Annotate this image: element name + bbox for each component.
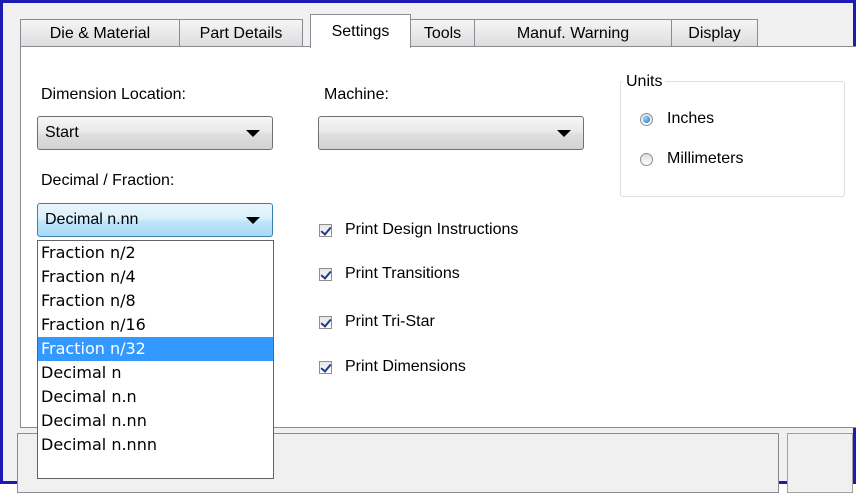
tab-settings[interactable]: Settings bbox=[310, 14, 411, 48]
checkmark-icon[interactable] bbox=[319, 223, 332, 237]
dropdown-option[interactable]: Fraction n/16 bbox=[38, 313, 273, 337]
radio-label: Inches bbox=[667, 110, 715, 127]
dimension-location-select[interactable]: Start bbox=[37, 116, 273, 150]
dropdown-option[interactable]: Decimal n.n bbox=[38, 385, 273, 409]
dropdown-option-highlighted[interactable]: Fraction n/32 bbox=[38, 337, 273, 361]
dropdown-option[interactable]: Fraction n/2 bbox=[38, 241, 273, 265]
dropdown-option[interactable]: Decimal n.nn bbox=[38, 409, 273, 433]
chevron-down-icon bbox=[246, 217, 260, 224]
dropdown-option[interactable]: Fraction n/8 bbox=[38, 289, 273, 313]
tab-tools[interactable]: Tools bbox=[410, 19, 475, 47]
tab-label: Settings bbox=[331, 22, 390, 40]
tab-label: Part Details bbox=[199, 24, 283, 42]
checkbox-label: Print Transitions bbox=[345, 265, 460, 282]
units-radio-inches[interactable]: Inches bbox=[640, 107, 714, 131]
tab-display[interactable]: Display bbox=[671, 19, 758, 47]
tab-manuf-warning[interactable]: Manuf. Warning bbox=[474, 19, 672, 47]
tab-label: Display bbox=[688, 24, 741, 42]
dimension-location-label: Dimension Location: bbox=[41, 86, 186, 103]
units-group-title: Units bbox=[623, 73, 666, 91]
radio-unselected-icon[interactable] bbox=[640, 152, 653, 166]
tab-part-details[interactable]: Part Details bbox=[179, 19, 303, 47]
decimal-fraction-select[interactable]: Decimal n.nn bbox=[37, 203, 273, 237]
print-design-instructions-checkbox[interactable]: Print Design Instructions bbox=[319, 218, 518, 242]
print-tri-star-checkbox[interactable]: Print Tri-Star bbox=[319, 310, 435, 334]
decimal-fraction-dropdown-list: Fraction n/2 Fraction n/4 Fraction n/8 F… bbox=[37, 240, 274, 479]
chevron-down-icon bbox=[557, 130, 571, 137]
checkbox-label: Print Tri-Star bbox=[345, 313, 435, 330]
print-dimensions-checkbox[interactable]: Print Dimensions bbox=[319, 355, 466, 379]
print-transitions-checkbox[interactable]: Print Transitions bbox=[319, 262, 460, 286]
checkbox-label: Print Dimensions bbox=[345, 358, 466, 375]
chevron-down-icon bbox=[246, 130, 260, 137]
tab-label: Tools bbox=[423, 24, 462, 42]
checkbox-label: Print Design Instructions bbox=[345, 221, 519, 238]
units-groupbox bbox=[620, 81, 845, 197]
machine-label: Machine: bbox=[324, 86, 389, 103]
checkmark-icon[interactable] bbox=[319, 360, 332, 374]
tab-die-material[interactable]: Die & Material bbox=[20, 19, 180, 47]
checkmark-icon[interactable] bbox=[319, 315, 332, 329]
dropdown-option[interactable]: Decimal n bbox=[38, 361, 273, 385]
decimal-fraction-value: Decimal n.nn bbox=[45, 211, 139, 228]
radio-selected-icon[interactable] bbox=[640, 112, 653, 126]
tab-label: Manuf. Warning bbox=[516, 24, 630, 42]
machine-select[interactable] bbox=[318, 116, 584, 150]
bottom-panel-right bbox=[787, 433, 853, 493]
dropdown-option[interactable]: Fraction n/4 bbox=[38, 265, 273, 289]
tab-label: Die & Material bbox=[49, 24, 151, 42]
decimal-fraction-label: Decimal / Fraction: bbox=[41, 172, 175, 189]
checkmark-icon[interactable] bbox=[319, 267, 332, 281]
dropdown-option[interactable]: Decimal n.nnn bbox=[38, 433, 273, 457]
radio-label: Millimeters bbox=[667, 150, 744, 167]
units-radio-millimeters[interactable]: Millimeters bbox=[640, 147, 743, 171]
dimension-location-value: Start bbox=[45, 124, 79, 141]
